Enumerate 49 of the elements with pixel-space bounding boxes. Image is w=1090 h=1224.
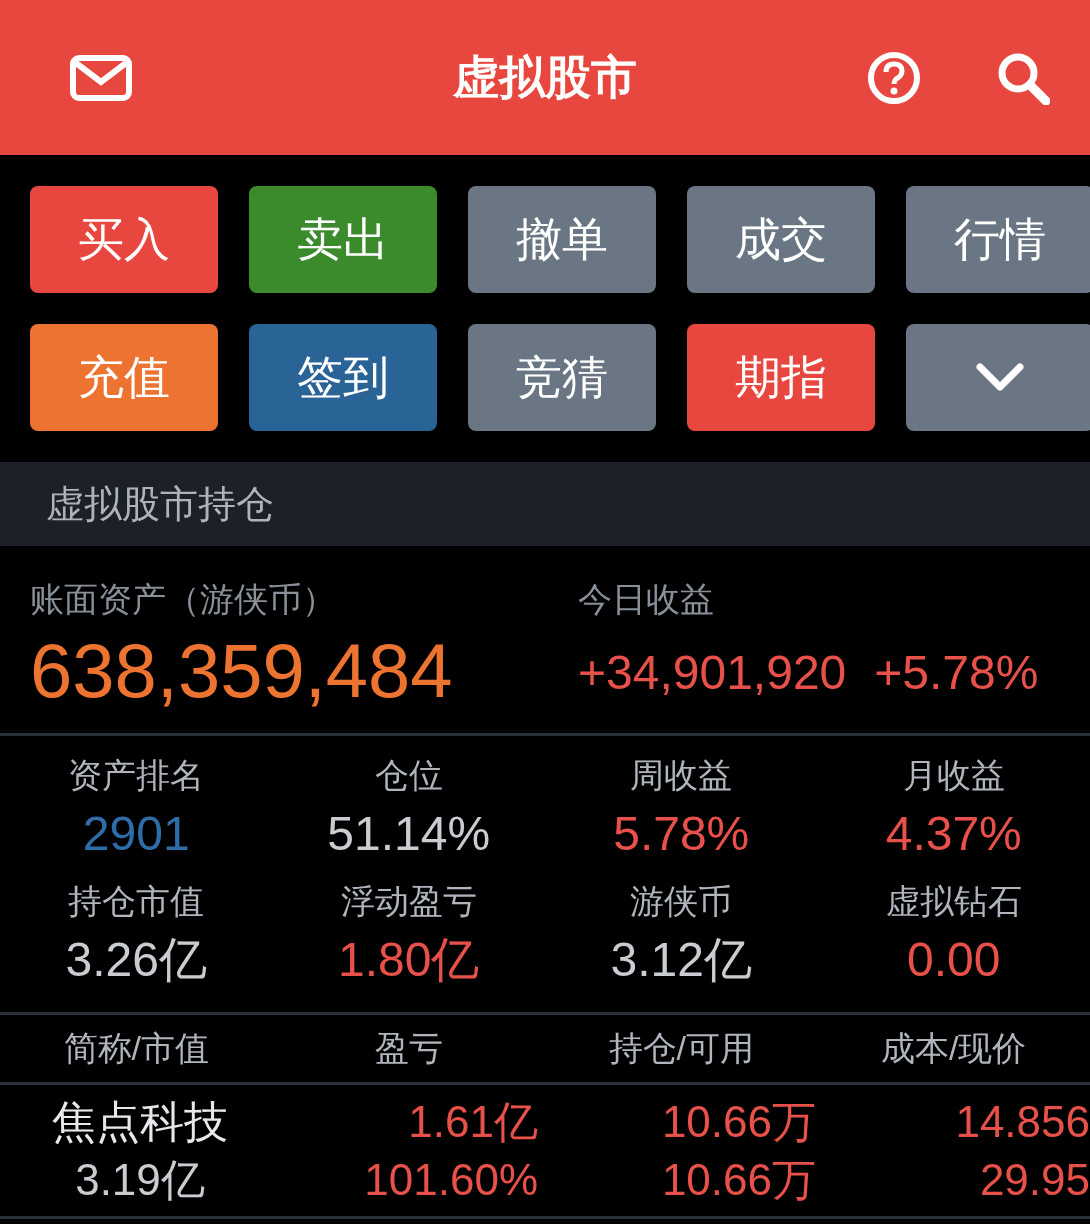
action-button[interactable]: 充值 — [30, 324, 218, 431]
stat-label: 仓位 — [374, 755, 443, 796]
today-amount: +34,901,920 — [578, 645, 847, 701]
action-button[interactable]: 卖出 — [249, 186, 437, 293]
stat-label: 周收益 — [630, 755, 733, 796]
stat-value: 5.78% — [613, 806, 750, 862]
table-cell-text: 29.95 — [979, 1153, 1090, 1206]
app-title: 虚拟股市 — [453, 50, 637, 105]
action-button[interactable]: 行情 — [906, 186, 1090, 293]
table-cell-text: 焦点科技 — [52, 1095, 228, 1148]
chevron-down-icon — [976, 362, 1024, 393]
action-button[interactable]: 签到 — [249, 324, 437, 431]
stat-value: 1.80亿 — [338, 932, 480, 988]
column-header: 简称/市值 — [62, 1028, 210, 1069]
mail-icon[interactable] — [70, 54, 132, 101]
stat-value: 3.26亿 — [65, 932, 207, 988]
section-title: 虚拟股市持仓 — [46, 481, 274, 527]
table-cell-text: 1.61亿 — [408, 1095, 538, 1148]
stat-value: 2901 — [82, 806, 190, 862]
holding-row[interactable]: 焦点科技 3.19亿 1.61亿 101.60% 10.66万 10.66万 14.856 29.95 — [0, 1085, 1090, 1219]
table-cell-text: 10.66万 — [661, 1095, 816, 1148]
stat-label: 持仓市值 — [68, 881, 205, 922]
help-icon[interactable] — [867, 50, 921, 105]
column-header: 持仓/可用 — [607, 1028, 755, 1069]
column-header: 成本/现价 — [880, 1028, 1028, 1069]
assets-label: 账面资产（游侠币） — [30, 579, 337, 620]
action-button[interactable]: 撤单 — [468, 186, 656, 293]
table-cell-text: 3.19亿 — [75, 1153, 205, 1206]
action-button[interactable]: 成交 — [687, 186, 875, 293]
stat-label: 资产排名 — [68, 755, 205, 796]
table-cell-text: 10.66万 — [661, 1153, 816, 1206]
today-percent: +5.78% — [874, 645, 1039, 701]
stat-label: 浮动盈亏 — [340, 881, 477, 922]
stat-label: 游侠币 — [630, 881, 733, 922]
table-cell-text: 101.60% — [364, 1153, 538, 1206]
column-header: 盈亏 — [373, 1028, 444, 1069]
today-label: 今日收益 — [578, 579, 715, 620]
table-cell-text: 14.856 — [955, 1095, 1090, 1148]
action-button[interactable]: 买入 — [30, 186, 218, 293]
stat-value: 3.12亿 — [610, 932, 752, 988]
expand-button[interactable] — [906, 324, 1090, 431]
stat-value: 51.14% — [327, 806, 491, 862]
stat-label: 虚拟钻石 — [885, 881, 1022, 922]
action-button[interactable]: 期指 — [687, 324, 875, 431]
stat-label: 月收益 — [902, 755, 1005, 796]
stat-value: 4.37% — [885, 806, 1022, 862]
stat-value: 0.00 — [907, 932, 1001, 988]
assets-value: 638,359,484 — [30, 627, 454, 715]
action-button[interactable]: 竞猜 — [468, 324, 656, 431]
